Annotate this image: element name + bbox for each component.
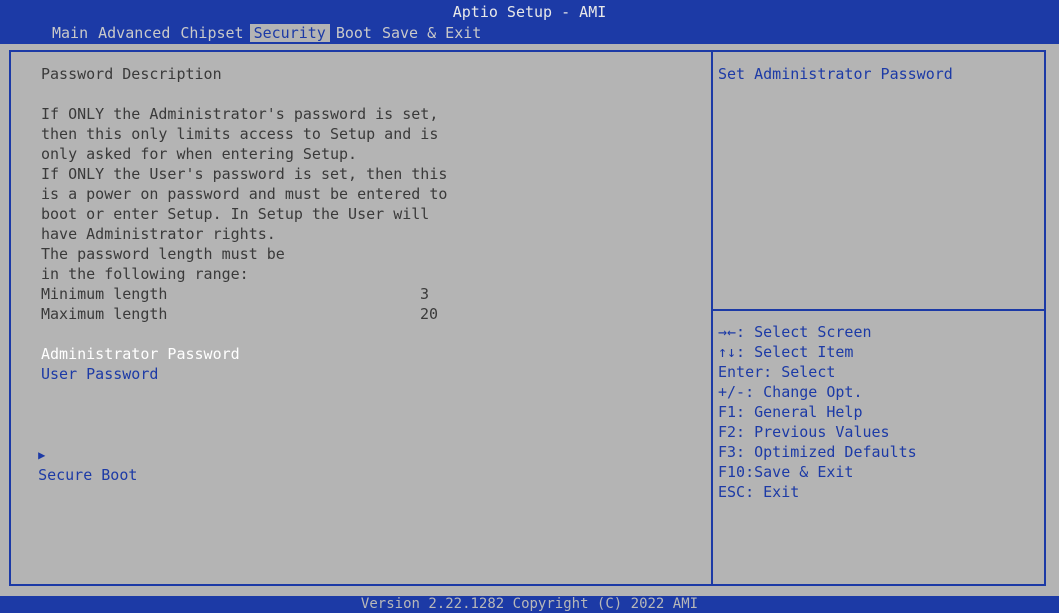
- maximum-length-value: 20: [420, 305, 439, 323]
- description-line: is a power on password and must be enter…: [41, 185, 448, 203]
- tab-boot[interactable]: Boot: [332, 24, 376, 42]
- key-hint: +/-: Change Opt.: [718, 383, 863, 401]
- help-divider: [713, 309, 1046, 311]
- tab-main[interactable]: Main: [48, 24, 92, 42]
- key-hint: F2: Previous Values: [718, 423, 890, 441]
- tab-chipset[interactable]: Chipset: [176, 24, 247, 42]
- description-line: If ONLY the Administrator's password is …: [41, 105, 439, 123]
- description-line: If ONLY the User's password is set, then…: [41, 165, 448, 183]
- key-hint: ↑↓: Select Item: [718, 343, 854, 361]
- description-line: The password length must be: [41, 245, 285, 263]
- key-hint: Enter: Select: [718, 363, 836, 381]
- key-hint: F1: General Help: [718, 403, 863, 421]
- version-footer: Version 2.22.1282 Copyright (C) 2022 AMI: [0, 596, 1059, 613]
- description-line: have Administrator rights.: [41, 225, 276, 243]
- app-title: Aptio Setup - AMI: [452, 3, 607, 21]
- submenu-arrow-icon: ▶: [38, 448, 46, 462]
- key-hint: F3: Optimized Defaults: [718, 443, 917, 461]
- help-text: Set Administrator Password: [718, 65, 953, 83]
- description-line: in the following range:: [41, 265, 249, 283]
- minimum-length-label: Minimum length: [41, 285, 168, 303]
- key-hint: ESC: Exit: [718, 483, 800, 501]
- description-line: boot or enter Setup. In Setup the User w…: [41, 205, 430, 223]
- minimum-length-value: 3: [420, 285, 430, 303]
- maximum-length-label: Maximum length: [41, 305, 168, 323]
- tab-bar: Main Advanced Chipset Security Boot Save…: [48, 24, 487, 42]
- description-line: then this only limits access to Setup an…: [41, 125, 439, 143]
- administrator-password-item[interactable]: Administrator Password: [41, 344, 240, 364]
- secure-boot-item[interactable]: ▶ Secure Boot: [20, 424, 137, 485]
- panel-divider: [711, 50, 713, 586]
- tab-security[interactable]: Security: [249, 24, 330, 42]
- key-hint: F10:Save & Exit: [718, 463, 854, 481]
- key-hint: →←: Select Screen: [718, 323, 872, 341]
- description-line: only asked for when entering Setup.: [41, 145, 358, 163]
- password-description-heading: Password Description: [41, 65, 222, 83]
- tab-save-exit[interactable]: Save & Exit: [378, 24, 485, 42]
- title-bar: Aptio Setup - AMI Main Advanced Chipset …: [0, 0, 1059, 44]
- secure-boot-label: Secure Boot: [38, 466, 138, 484]
- user-password-item[interactable]: User Password: [41, 364, 158, 384]
- tab-advanced[interactable]: Advanced: [94, 24, 174, 42]
